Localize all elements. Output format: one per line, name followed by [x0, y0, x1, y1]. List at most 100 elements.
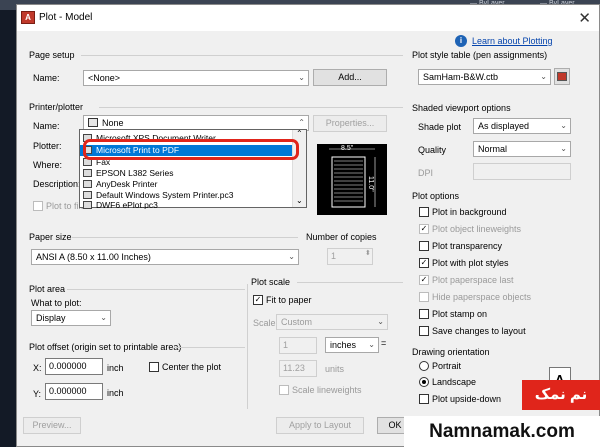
quality-select[interactable]: Normal ⌄	[473, 141, 571, 157]
what-to-plot-select[interactable]: Display ⌄	[31, 310, 111, 326]
scroll-up-icon[interactable]: ⌃	[296, 129, 303, 138]
fit-to-paper-checkbox[interactable]	[253, 295, 263, 305]
offset-y-label: Y:	[33, 389, 42, 399]
fit-to-paper-label: Fit to paper	[266, 295, 312, 305]
plot-upside-down-checkbox[interactable]	[419, 394, 429, 404]
plot-option-checkbox[interactable]	[419, 241, 429, 251]
learn-about-plotting-link[interactable]: Learn about Plotting	[472, 36, 553, 46]
page-setup-name-label: Name:	[33, 73, 60, 83]
scale-unit-select[interactable]: inches ⌄	[325, 337, 379, 353]
apply-to-layout-button[interactable]: Apply to Layout	[276, 417, 364, 434]
preview-button[interactable]: Preview...	[23, 417, 81, 434]
scale-lineweights-checkbox[interactable]	[279, 385, 289, 395]
scale-label: Scale:	[253, 318, 279, 328]
divider	[67, 289, 245, 290]
printer-properties-button[interactable]: Properties...	[313, 115, 387, 132]
preview-height-label: 11.0"	[367, 176, 374, 192]
offset-x-input[interactable]: 0.000000	[45, 358, 103, 375]
paper-preview: 8.5" 11.0"	[317, 144, 387, 215]
plot-offset-title: Plot offset (origin set to printable are…	[29, 342, 182, 352]
what-to-plot-label: What to plot:	[31, 298, 82, 308]
plot-option-label: Save changes to layout	[432, 326, 526, 336]
chevron-down-icon: ⌄	[560, 121, 567, 130]
plotter-icon	[83, 201, 92, 209]
close-icon[interactable]: ✕	[578, 9, 591, 27]
plot-option-checkbox[interactable]	[419, 224, 429, 234]
chevron-down-icon: ⌄	[288, 252, 295, 261]
page-setup-name-select[interactable]: <None> ⌄	[83, 70, 309, 86]
plot-option-checkbox[interactable]	[419, 207, 429, 217]
dialog-title: Plot - Model	[39, 12, 93, 23]
add-page-setup-button[interactable]: Add...	[313, 69, 387, 86]
plot-option-label: Plot stamp on	[432, 309, 488, 319]
scale-units-input[interactable]: 11.23	[279, 360, 317, 377]
where-label: Where:	[33, 160, 63, 170]
landscape-radio[interactable]	[419, 377, 429, 387]
dropdown-item-epson[interactable]: EPSON L382 Series	[80, 168, 292, 179]
dpi-input[interactable]	[473, 163, 571, 180]
portrait-label: Portrait	[432, 361, 462, 371]
plot-to-file-checkbox[interactable]	[33, 201, 43, 211]
offset-x-unit: inch	[107, 363, 124, 373]
drawing-orientation-title: Drawing orientation	[412, 347, 490, 357]
plot-area-title: Plot area	[29, 284, 66, 294]
page-setup-title: Page setup	[29, 50, 75, 60]
scale-select[interactable]: Custom ⌄	[276, 314, 388, 330]
dropdown-item-anydesk[interactable]: AnyDesk Printer	[80, 179, 292, 190]
chevron-down-icon: ⌄	[377, 317, 384, 326]
shade-plot-select[interactable]: As displayed ⌄	[473, 118, 571, 134]
center-plot-checkbox[interactable]	[149, 362, 159, 372]
info-icon: i	[455, 35, 467, 47]
chevron-down-icon: ⌄	[368, 340, 375, 349]
paper-size-select[interactable]: ANSI A (8.50 x 11.00 Inches) ⌄	[31, 249, 299, 265]
offset-x-label: X:	[33, 363, 42, 373]
chevron-up-icon: ⌃	[298, 118, 305, 127]
scale-numerator-input[interactable]: 1	[279, 337, 317, 354]
printer-plotter-title: Printer/plotter	[29, 102, 84, 112]
chevron-down-icon: ⌄	[560, 144, 567, 153]
plot-upside-down-label: Plot upside-down	[432, 394, 502, 404]
plot-option-checkbox[interactable]	[419, 292, 429, 302]
edit-plot-style-button[interactable]	[554, 68, 570, 85]
plot-option-label: Plot in background	[432, 207, 507, 217]
scale-lineweights-label: Scale lineweights	[292, 385, 362, 395]
offset-y-unit: inch	[107, 388, 124, 398]
shade-plot-label: Shade plot	[418, 122, 462, 132]
divider	[174, 347, 245, 348]
quality-label: Quality	[418, 145, 447, 155]
portrait-radio[interactable]	[419, 361, 429, 371]
scroll-down-icon[interactable]: ⌄	[296, 196, 303, 205]
plot-style-table-select[interactable]: SamHam-B&W.ctb ⌄	[418, 69, 551, 85]
divider	[99, 107, 403, 108]
dropdown-item-dwf6[interactable]: DWF6 ePlot.pc3	[80, 200, 292, 209]
equals-sign: =	[381, 338, 387, 348]
units-label: units	[325, 364, 345, 374]
plot-style-table-title: Plot style table (pen assignments)	[412, 50, 548, 60]
chevron-down-icon: ⌄	[540, 72, 547, 81]
plot-option-checkbox[interactable]	[419, 258, 429, 268]
plot-option-checkbox[interactable]	[419, 309, 429, 319]
shaded-viewport-title: Shaded viewport options	[412, 103, 511, 113]
highlight-annotation-ring	[83, 139, 299, 160]
dialog-titlebar[interactable]: A Plot - Model ✕	[17, 5, 599, 31]
number-of-copies-title: Number of copies	[306, 232, 377, 242]
plot-option-label: Plot object lineweights	[432, 224, 522, 234]
chevron-down-icon: ⌄	[100, 313, 107, 322]
divider	[72, 237, 298, 238]
plot-option-checkbox[interactable]	[419, 326, 429, 336]
plot-option-label: Plot paperspace last	[432, 275, 514, 285]
autocad-app-icon: A	[21, 11, 35, 24]
spinner-icon[interactable]: ⬍	[365, 249, 371, 257]
table-edit-icon	[557, 72, 567, 81]
divider	[297, 282, 403, 283]
printer-icon	[88, 118, 98, 127]
offset-y-input[interactable]: 0.000000	[45, 383, 103, 400]
plot-option-checkbox[interactable]	[419, 275, 429, 285]
center-plot-label: Center the plot	[162, 362, 222, 372]
landscape-label: Landscape	[432, 377, 477, 387]
divider	[247, 284, 248, 409]
plot-scale-title: Plot scale	[251, 277, 291, 287]
plot-option-label: Plot transparency	[432, 241, 503, 251]
plot-dialog: A Plot - Model ✕ i Learn about Plotting …	[16, 4, 600, 447]
plotter-label: Plotter:	[33, 141, 62, 151]
